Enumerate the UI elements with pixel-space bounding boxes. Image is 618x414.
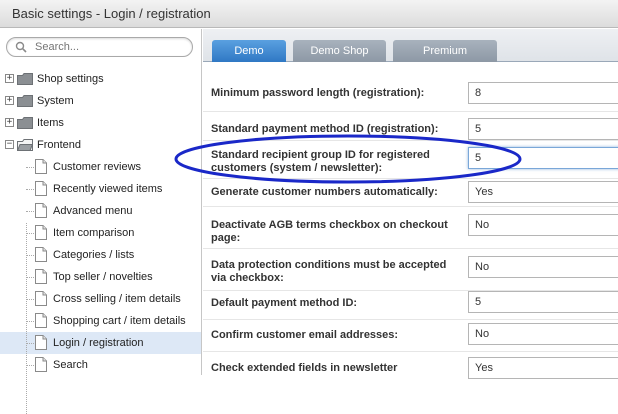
tree-item-cross-selling[interactable]: Cross selling / item details <box>0 288 201 310</box>
tree-connector <box>26 211 34 212</box>
tree-item-item-comparison[interactable]: Item comparison <box>0 222 201 244</box>
tree-item-categories-lists[interactable]: Categories / lists <box>0 244 201 266</box>
confirm-email-select[interactable] <box>468 323 618 345</box>
default-payment-method-input[interactable] <box>468 291 618 313</box>
tree-item-label: Top seller / novelties <box>53 271 153 283</box>
generate-customer-numbers-select[interactable] <box>468 181 618 203</box>
divider <box>203 319 618 320</box>
divider <box>203 178 618 179</box>
tree-connector <box>26 167 34 168</box>
field-label: Data protection conditions must be accep… <box>211 259 447 284</box>
divider <box>203 140 618 141</box>
sidebar: + Shop settings + System + Items − Front… <box>0 29 202 414</box>
field-label: Standard recipient group ID for register… <box>211 149 430 174</box>
deactivate-agb-select[interactable] <box>468 214 618 236</box>
expand-icon[interactable]: + <box>5 96 14 105</box>
search-input[interactable] <box>33 40 183 54</box>
document-icon <box>35 203 47 218</box>
folder-icon <box>17 73 33 85</box>
tree-item-label: Cross selling / item details <box>53 293 181 305</box>
expand-icon[interactable]: + <box>5 74 14 83</box>
tree-item-label: Categories / lists <box>53 249 135 261</box>
divider <box>203 206 618 207</box>
field-label: Generate customer numbers automatically: <box>211 186 438 198</box>
document-icon <box>35 181 47 196</box>
window-titlebar: Basic settings - Login / registration <box>0 0 618 28</box>
tree-connector <box>26 299 34 300</box>
tree-item-label: Search <box>53 359 88 371</box>
settings-tree: + Shop settings + System + Items − Front… <box>0 68 201 414</box>
tree-item-label: Item comparison <box>53 227 135 239</box>
document-icon <box>35 291 47 306</box>
tree-connector <box>26 365 34 366</box>
document-icon <box>35 225 47 240</box>
field-label: Confirm customer email addresses: <box>211 329 399 341</box>
tree-item-label: Frontend <box>37 139 82 151</box>
document-icon <box>35 335 47 350</box>
expand-icon[interactable]: + <box>5 118 14 127</box>
tree-item-search[interactable]: Search <box>0 354 201 376</box>
tree-item-shop-settings[interactable]: + Shop settings <box>0 68 201 90</box>
data-protection-select[interactable] <box>468 256 618 278</box>
divider <box>203 351 618 352</box>
tree-item-login-registration[interactable]: Login / registration <box>0 332 201 354</box>
document-icon <box>35 159 47 174</box>
field-label: Minimum password length (registration): <box>211 87 425 99</box>
tree-item-frontend[interactable]: − Frontend <box>0 134 201 156</box>
tab-bar: Demo shop Demo Shop EN Premium Products <box>203 29 618 79</box>
tree-connector <box>26 277 34 278</box>
tree-item-recently-viewed[interactable]: Recently viewed items <box>0 178 201 200</box>
tree-item-items[interactable]: + Items <box>0 112 201 134</box>
tree-item-label: Shopping cart / item details <box>53 315 186 327</box>
tree-connector <box>26 189 34 190</box>
field-label: Check extended fields in newsletter <box>211 362 398 374</box>
tree-item-top-seller[interactable]: Top seller / novelties <box>0 266 201 288</box>
tree-item-label: Recently viewed items <box>53 183 163 195</box>
tree-connector <box>26 321 34 322</box>
tab-demo-shop[interactable]: Demo shop <box>212 40 286 79</box>
tree-item-advanced-menu[interactable]: Advanced menu <box>0 200 201 222</box>
tree-connector <box>26 223 27 414</box>
open-folder-icon <box>17 139 33 151</box>
field-label: Deactivate AGB terms checkbox on checkou… <box>211 219 448 244</box>
search-icon <box>15 41 27 53</box>
tab-demo-shop-en[interactable]: Demo Shop EN <box>293 40 386 79</box>
tree-item-label: Advanced menu <box>53 205 133 217</box>
tree-item-label: Items <box>37 117 64 129</box>
divider <box>203 111 618 112</box>
search-box[interactable] <box>6 37 193 57</box>
window-title: Basic settings - Login / registration <box>12 6 211 21</box>
check-newsletter-fields-select[interactable] <box>468 357 618 379</box>
tree-connector <box>26 255 34 256</box>
folder-icon <box>17 95 33 107</box>
tree-item-label: System <box>37 95 74 107</box>
tree-item-shopping-cart[interactable]: Shopping cart / item details <box>0 310 201 332</box>
divider <box>203 248 618 249</box>
folder-icon <box>17 117 33 129</box>
tree-connector <box>26 343 34 344</box>
min-password-length-input[interactable] <box>468 82 618 104</box>
tree-item-label: Customer reviews <box>53 161 142 173</box>
tree-item-system[interactable]: + System <box>0 90 201 112</box>
tree-item-customer-reviews[interactable]: Customer reviews <box>0 156 201 178</box>
field-label: Default payment method ID: <box>211 297 358 309</box>
document-icon <box>35 269 47 284</box>
tree-item-label: Shop settings <box>37 73 104 85</box>
document-icon <box>35 313 47 328</box>
collapse-icon[interactable]: − <box>5 140 14 149</box>
tree-connector <box>26 233 34 234</box>
main-panel: Demo shop Demo Shop EN Premium Products … <box>203 29 618 379</box>
document-icon <box>35 357 47 372</box>
field-label: Standard payment method ID (registration… <box>211 123 439 135</box>
tree-item-label: Login / registration <box>53 337 144 349</box>
recipient-group-id-input[interactable] <box>468 147 618 169</box>
tab-premium-products[interactable]: Premium Products <box>393 40 497 79</box>
document-icon <box>35 247 47 262</box>
standard-payment-method-input[interactable] <box>468 118 618 140</box>
